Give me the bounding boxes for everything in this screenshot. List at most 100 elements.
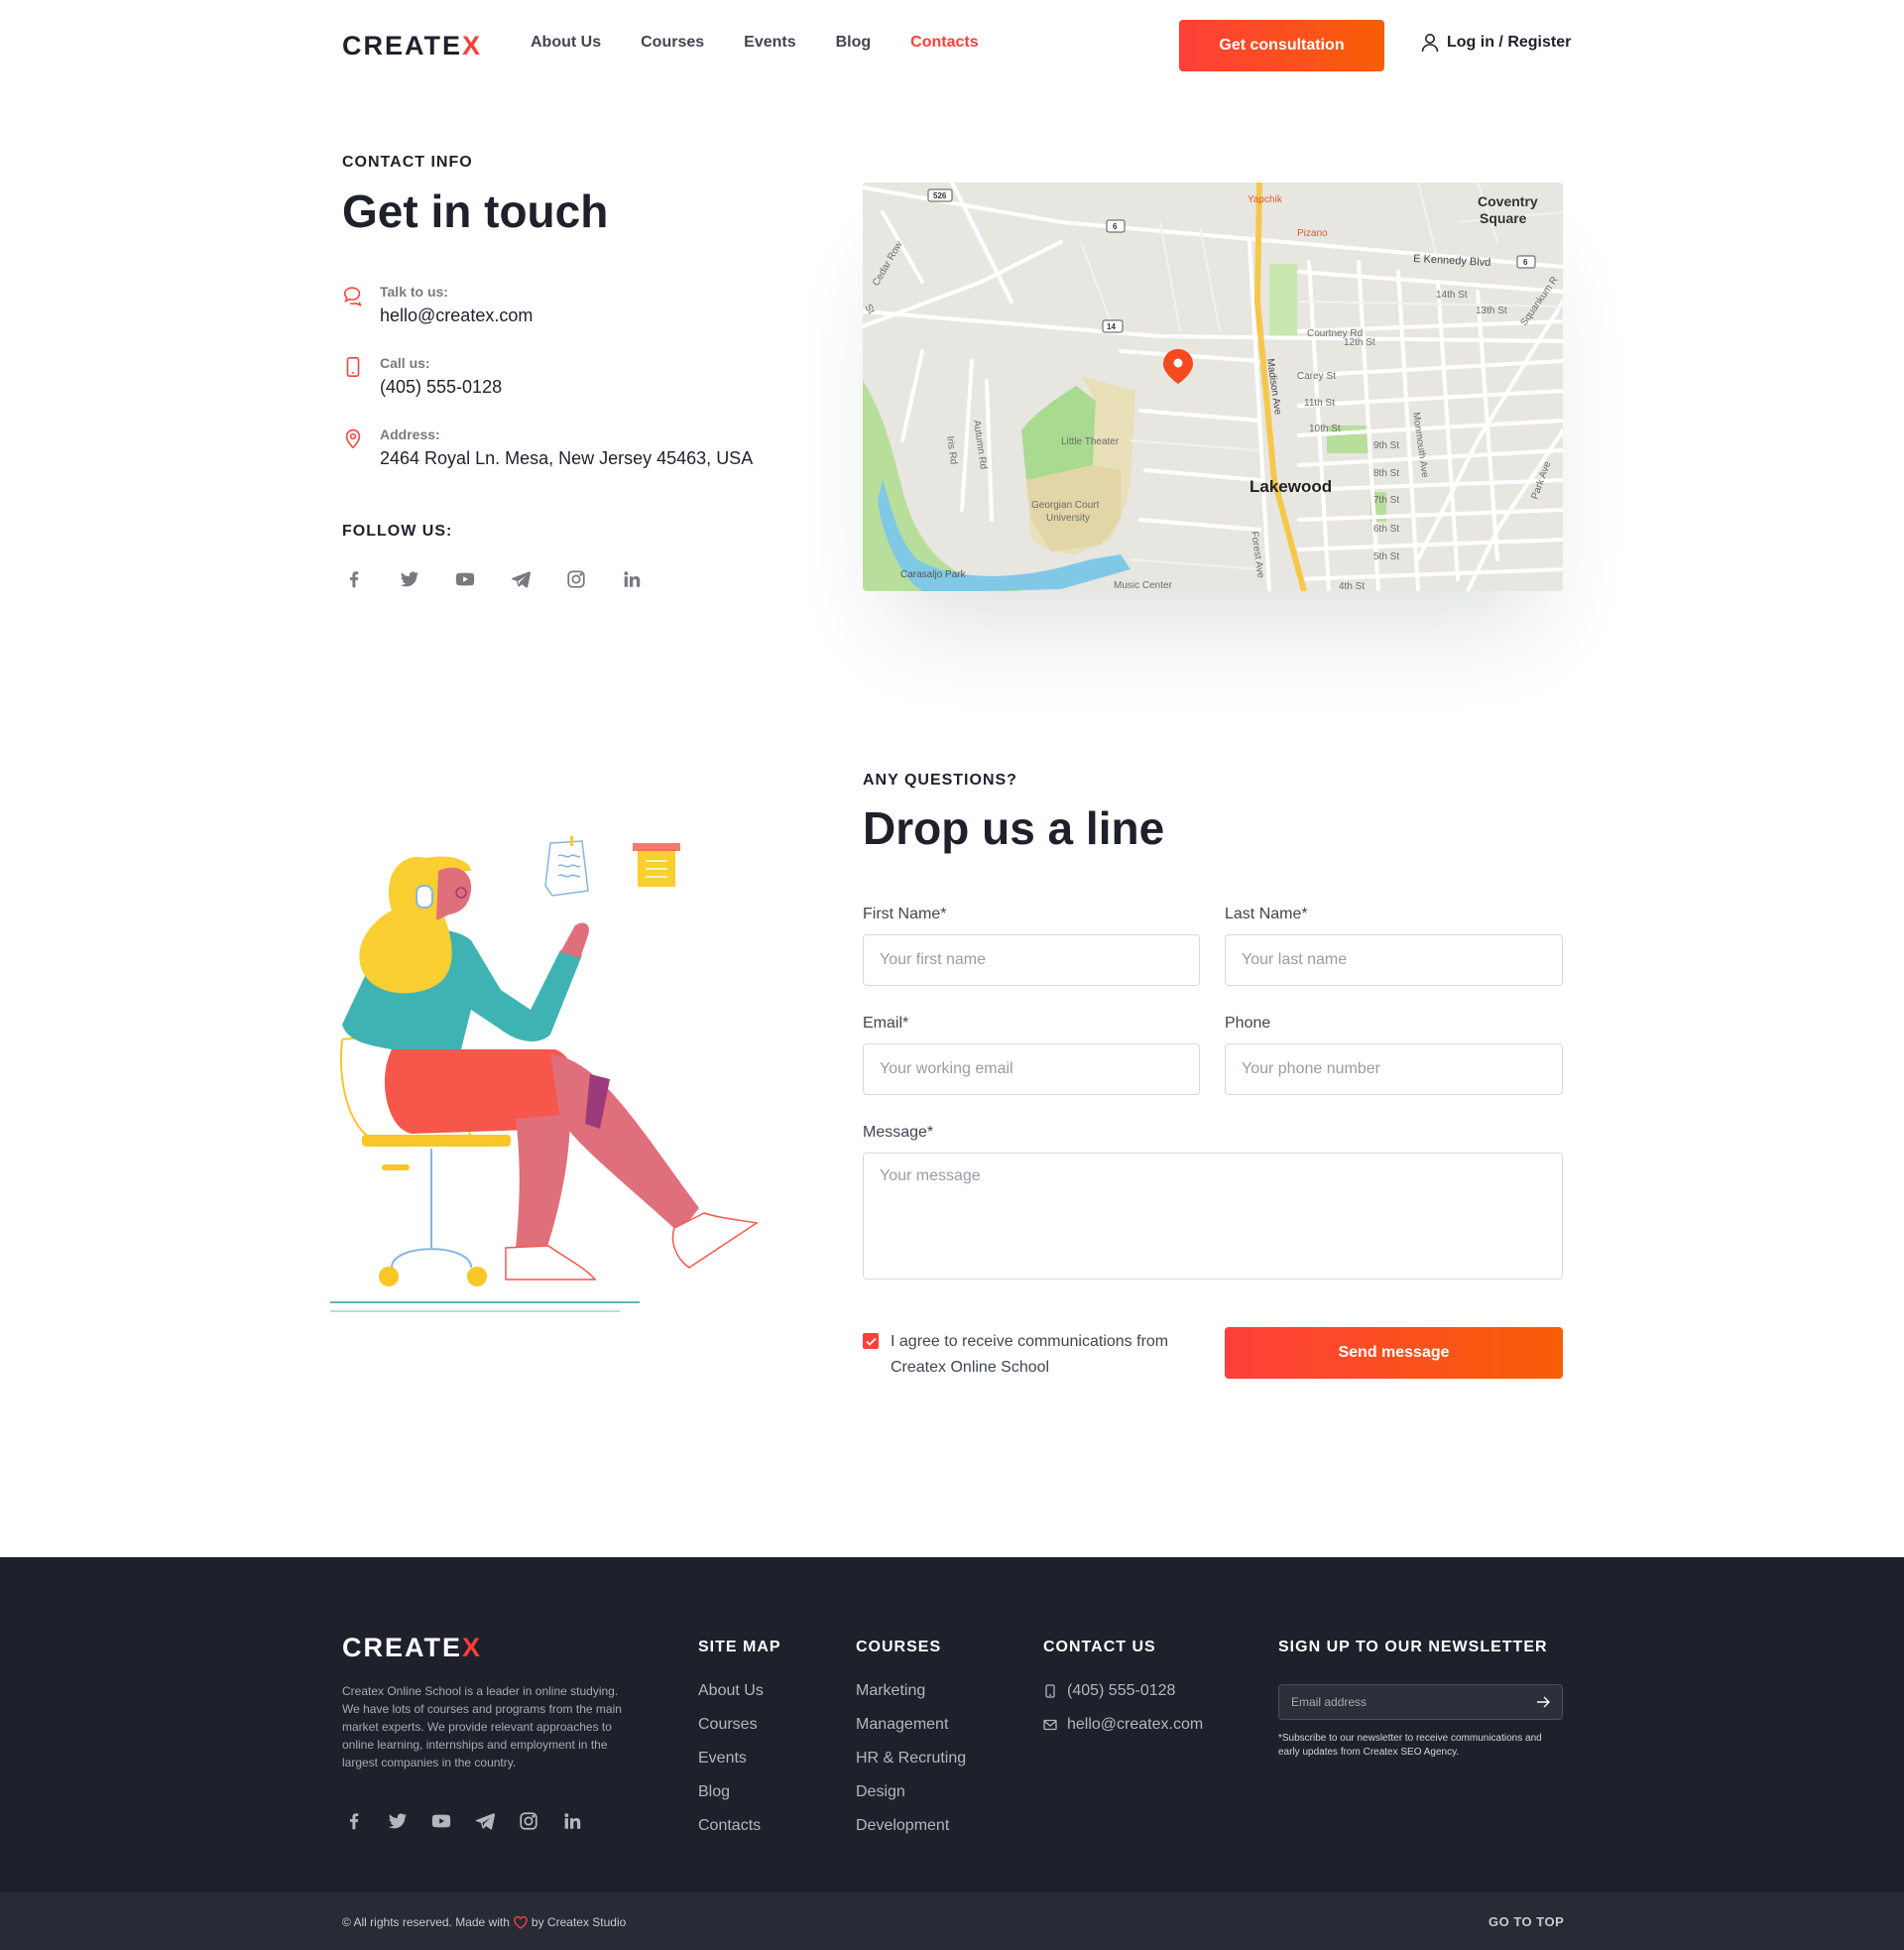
- heart-icon: [514, 1915, 528, 1929]
- nav-contacts[interactable]: Contacts: [910, 34, 978, 52]
- nav-about-us[interactable]: About Us: [531, 34, 601, 52]
- footer-link-blog[interactable]: Blog: [698, 1775, 781, 1809]
- instagram-icon[interactable]: [564, 567, 588, 591]
- map-route-526: 526: [933, 191, 947, 200]
- twitter-icon[interactable]: [386, 1809, 410, 1833]
- map-route-14: 14: [1107, 322, 1116, 331]
- footer-link-management[interactable]: Management: [856, 1708, 966, 1742]
- site-header: CREATE X About Us Courses Events Blog Con…: [0, 0, 1904, 91]
- email-label: Email*: [863, 1015, 909, 1032]
- login-register-link[interactable]: Log in / Register: [1421, 33, 1571, 53]
- contact-address-label: Address:: [380, 427, 440, 442]
- footer-link-design[interactable]: Design: [856, 1775, 966, 1809]
- facebook-icon[interactable]: [342, 567, 366, 591]
- footer-link-contacts[interactable]: Contacts: [698, 1809, 781, 1843]
- first-name-input[interactable]: [863, 934, 1200, 986]
- map-canvas: Coventry Square E Kennedy Blvd Yapchik P…: [863, 183, 1563, 591]
- linkedin-icon[interactable]: [560, 1809, 584, 1833]
- youtube-icon[interactable]: [429, 1809, 453, 1833]
- nav-blog[interactable]: Blog: [836, 34, 872, 52]
- footer-link-courses[interactable]: Courses: [698, 1708, 781, 1742]
- agree-checkbox-row[interactable]: I agree to receive communications from C…: [863, 1329, 1180, 1381]
- agree-text: I agree to receive communications from C…: [891, 1333, 1169, 1376]
- last-name-input[interactable]: [1225, 934, 1563, 986]
- nav-courses[interactable]: Courses: [641, 34, 704, 52]
- footer-logo[interactable]: CREATEX: [342, 1633, 482, 1663]
- phone-icon: [1045, 1684, 1055, 1698]
- map-route-6a: 6: [1113, 222, 1118, 231]
- map-label-pizano: Pizano: [1297, 228, 1328, 239]
- any-questions-eyebrow: ANY QUESTIONS?: [863, 772, 1017, 789]
- map-label-9th-st: 9th St: [1373, 440, 1399, 451]
- contact-phone-value[interactable]: (405) 555-0128: [380, 374, 502, 400]
- map-label-6th-st: 6th St: [1373, 524, 1399, 535]
- message-label: Message*: [863, 1124, 934, 1141]
- twitter-icon[interactable]: [398, 567, 421, 591]
- footer-link-marketing[interactable]: Marketing: [856, 1674, 966, 1708]
- login-label: Log in / Register: [1447, 34, 1572, 51]
- footer-link-development[interactable]: Development: [856, 1809, 966, 1843]
- contact-info-eyebrow: CONTACT INFO: [342, 154, 473, 171]
- footer-link-about-us[interactable]: About Us: [698, 1674, 781, 1708]
- youtube-icon[interactable]: [453, 567, 477, 591]
- map-label-lakewood: Lakewood: [1250, 477, 1332, 496]
- map-label-carasaljo-park: Carasaljo Park: [900, 569, 967, 580]
- footer-logo-text: CREATE: [342, 1633, 463, 1662]
- first-name-field: First Name*: [863, 904, 1200, 986]
- drop-us-a-line-title: Drop us a line: [863, 802, 1165, 854]
- map-label-13th-st: 13th St: [1476, 305, 1507, 316]
- first-name-label: First Name*: [863, 906, 947, 922]
- woman-on-chair-illustration: [330, 836, 760, 1312]
- copyright-post: by Createx Studio: [531, 1915, 627, 1929]
- footer-site-map: SITE MAP About Us Courses Events Blog Co…: [698, 1639, 781, 1843]
- arrow-right-icon[interactable]: [1536, 1695, 1550, 1709]
- contact-email-item: Talk to us: hello@createx.com: [342, 283, 533, 328]
- last-name-field: Last Name*: [1225, 904, 1563, 986]
- telegram-icon[interactable]: [473, 1809, 497, 1833]
- email-input[interactable]: [863, 1043, 1200, 1095]
- send-message-button[interactable]: Send message: [1225, 1327, 1563, 1379]
- map-label-11th-st: 11th St: [1304, 398, 1335, 409]
- footer-description: Createx Online School is a leader in onl…: [342, 1684, 622, 1769]
- map-label-carey-st: Carey St: [1297, 371, 1336, 382]
- go-to-top-link[interactable]: GO TO TOP: [1488, 1914, 1564, 1929]
- footer-email[interactable]: hello@createx.com: [1043, 1708, 1203, 1742]
- location-pin-icon: [345, 428, 361, 449]
- facebook-icon[interactable]: [342, 1809, 366, 1833]
- createx-logo[interactable]: CREATE X: [342, 30, 482, 61]
- footer-link-events[interactable]: Events: [698, 1742, 781, 1775]
- phone-input[interactable]: [1225, 1043, 1563, 1095]
- footer-phone[interactable]: (405) 555-0128: [1043, 1674, 1203, 1708]
- footer-contact-us: CONTACT US (405) 555-0128 hello@createx.…: [1043, 1639, 1203, 1742]
- nav-events[interactable]: Events: [744, 34, 795, 52]
- logo-x: X: [462, 30, 483, 61]
- message-textarea[interactable]: [863, 1153, 1563, 1280]
- get-consultation-button[interactable]: Get consultation: [1179, 20, 1384, 71]
- site-map-title: SITE MAP: [698, 1639, 781, 1655]
- mail-icon: [1043, 1719, 1057, 1731]
- map-label-10th-st: 10th St: [1309, 424, 1341, 434]
- get-in-touch-title: Get in touch: [342, 185, 609, 237]
- contact-email-value[interactable]: hello@createx.com: [380, 303, 533, 328]
- newsletter-email-input[interactable]: [1291, 1695, 1536, 1709]
- user-icon: [1421, 34, 1439, 53]
- chat-icon: [343, 287, 362, 306]
- footer-courses: COURSES Marketing Management HR & Recrut…: [856, 1639, 966, 1843]
- agree-checkbox[interactable]: [863, 1333, 879, 1349]
- phone-field: Phone: [1225, 1013, 1563, 1095]
- map-label-music-center: Music Center: [1114, 580, 1173, 591]
- footer-link-hr[interactable]: HR & Recruting: [856, 1742, 966, 1775]
- newsletter-note: *Subscribe to our newsletter to receive …: [1278, 1733, 1542, 1758]
- map-label-square: Square: [1480, 210, 1527, 226]
- map-label-little-theater: Little Theater: [1061, 436, 1120, 447]
- linkedin-icon[interactable]: [620, 567, 644, 591]
- map-label-5th-st: 5th St: [1373, 551, 1399, 562]
- map-label-8th-st: 8th St: [1373, 468, 1399, 479]
- map-route-6b: 6: [1523, 258, 1528, 267]
- map-label-12th-st: 12th St: [1344, 337, 1375, 348]
- telegram-icon[interactable]: [509, 567, 533, 591]
- footer-social-links: [342, 1809, 584, 1833]
- phone-icon: [346, 357, 360, 377]
- instagram-icon[interactable]: [517, 1809, 540, 1833]
- location-map[interactable]: Coventry Square E Kennedy Blvd Yapchik P…: [863, 183, 1563, 591]
